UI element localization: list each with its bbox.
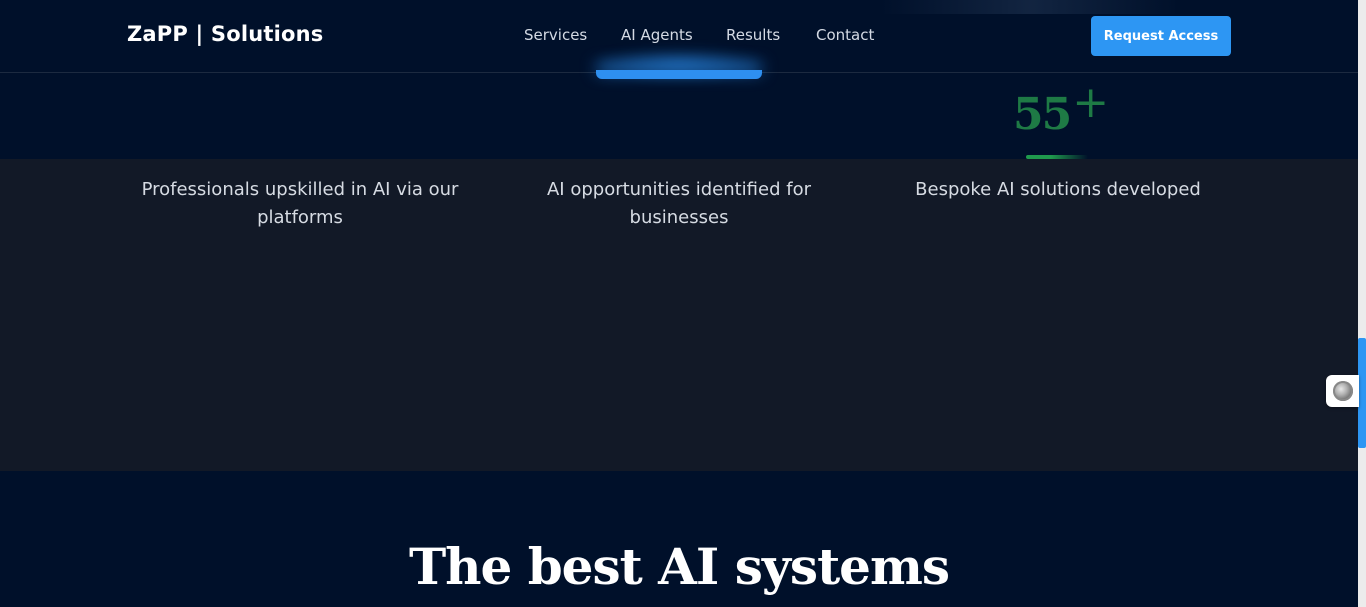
- stat-opportunities: AI opportunities identified for business…: [499, 176, 859, 232]
- nav-contact[interactable]: Contact: [816, 26, 874, 44]
- nav-ai-agents[interactable]: AI Agents: [621, 26, 693, 44]
- scrollbar-accent[interactable]: [1358, 338, 1366, 448]
- stat-solutions: Bespoke AI solutions developed: [878, 176, 1238, 204]
- nav-results[interactable]: Results: [726, 26, 780, 44]
- stat-number: 55+: [1013, 81, 1109, 137]
- scrollbar-track[interactable]: [1358, 0, 1366, 607]
- nav-services[interactable]: Services: [524, 26, 587, 44]
- request-access-button[interactable]: Request Access: [1091, 16, 1231, 56]
- stat-number-value: 55: [1013, 89, 1072, 140]
- stat-underline: [1026, 155, 1088, 159]
- stat-professionals: Professionals upskilled in AI via our pl…: [120, 176, 480, 232]
- side-widget-button[interactable]: [1326, 375, 1359, 407]
- page: ZaPP | Solutions Services AI Agents Resu…: [0, 0, 1366, 607]
- stat-label: Professionals upskilled in AI via our pl…: [141, 179, 459, 228]
- header-glow: [880, 0, 1180, 14]
- stat-number-suffix: +: [1072, 77, 1109, 128]
- nav-active-indicator: [596, 70, 762, 79]
- circle-badge-icon: [1332, 381, 1353, 401]
- stat-label: Bespoke AI solutions developed: [915, 179, 1201, 200]
- site-logo[interactable]: ZaPP | Solutions: [127, 22, 324, 46]
- section-heading: The best AI systems: [408, 537, 950, 596]
- stat-label: AI opportunities identified for business…: [546, 179, 811, 228]
